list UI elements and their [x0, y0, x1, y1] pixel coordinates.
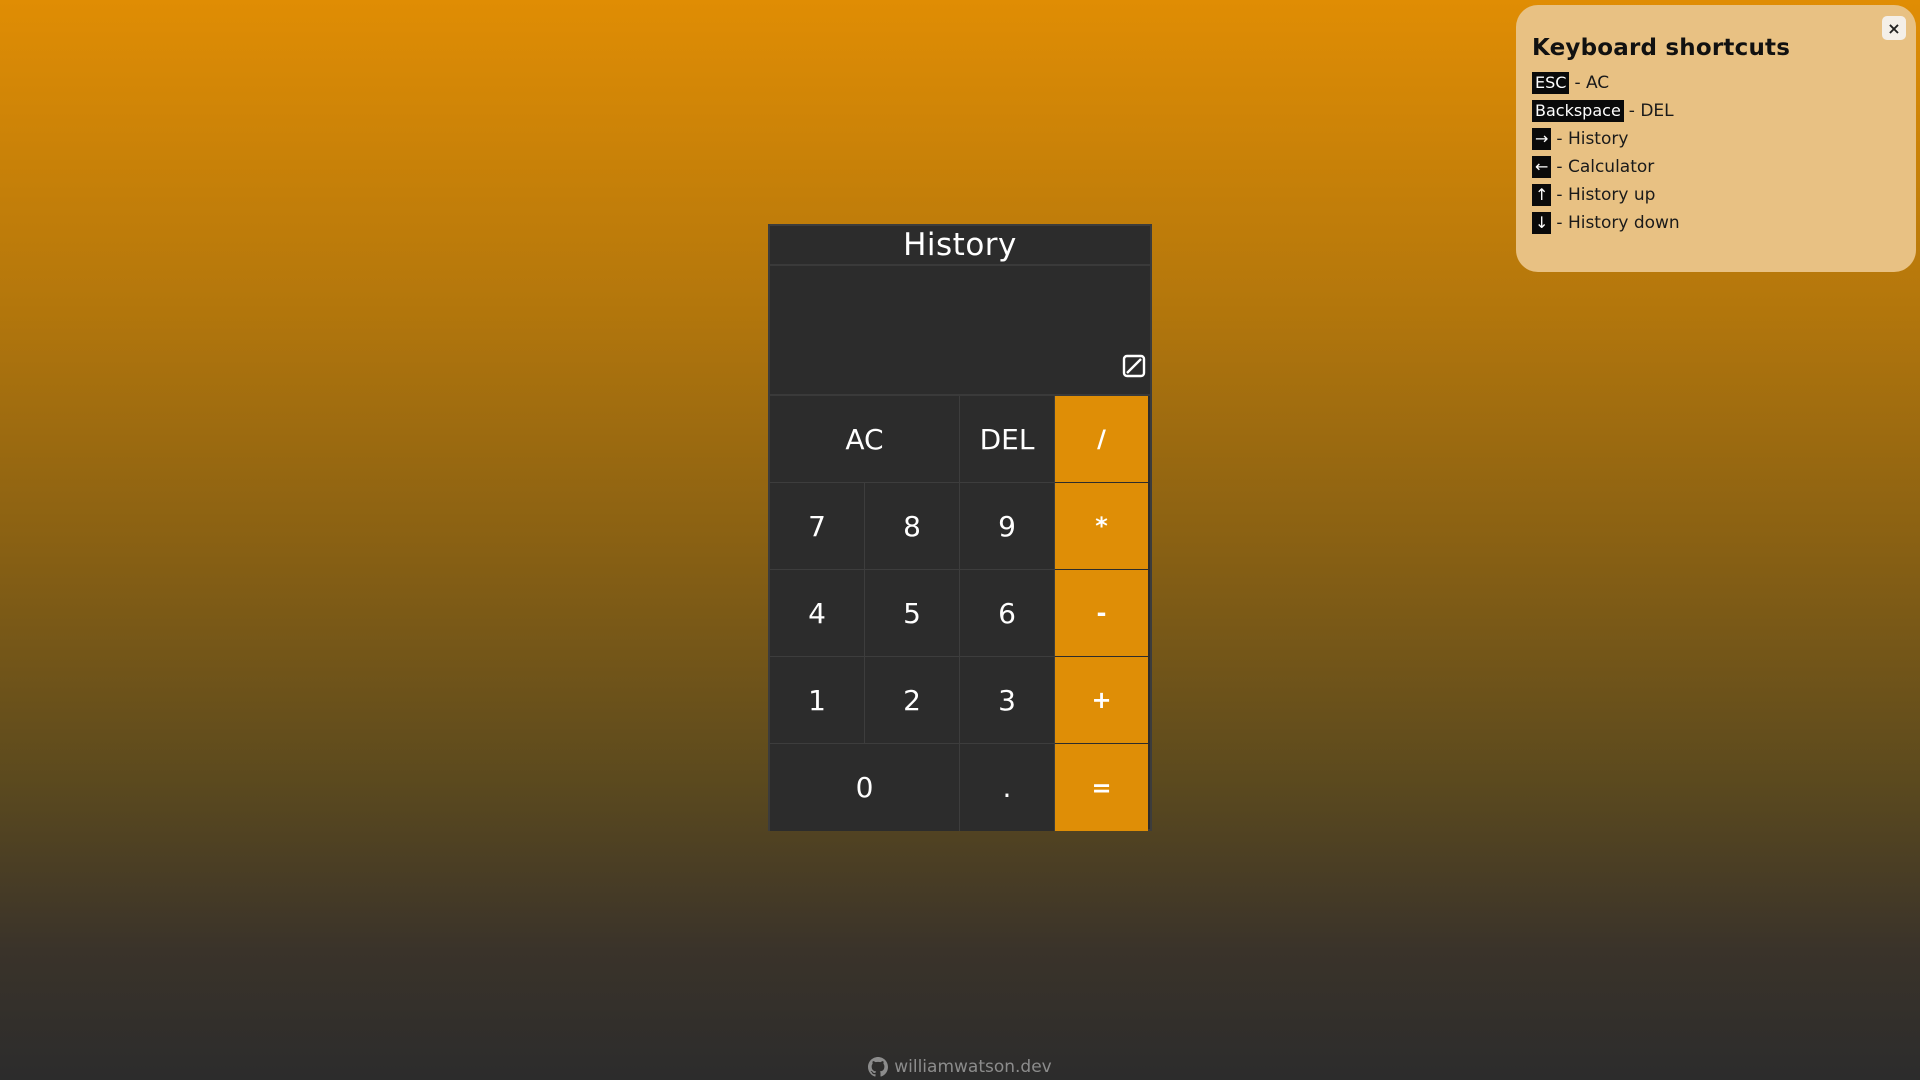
github-icon: [868, 1057, 889, 1077]
empty-set-icon: [1121, 353, 1147, 379]
calculator: History AC DEL / 7 8 9 * 4 5 6 - 1 2 3 +…: [768, 224, 1152, 831]
ac-button[interactable]: AC: [770, 396, 960, 483]
shortcut-key: ESC: [1532, 72, 1570, 94]
shortcut-row: ← - Calculator: [1532, 153, 1900, 181]
shortcut-action: - DEL: [1628, 101, 1674, 121]
shortcut-row: ESC - AC: [1532, 69, 1900, 97]
five-button[interactable]: 5: [865, 570, 960, 657]
shortcut-action: - History: [1556, 129, 1629, 149]
shortcut-action: - AC: [1574, 73, 1610, 93]
shortcut-key: ↑: [1532, 184, 1552, 206]
shortcut-key: ↓: [1532, 212, 1552, 234]
three-button[interactable]: 3: [960, 657, 1055, 744]
shortcut-key: ←: [1532, 156, 1552, 178]
shortcut-action: - History down: [1556, 213, 1680, 233]
seven-button[interactable]: 7: [770, 483, 865, 570]
shortcuts-title: Keyboard shortcuts: [1532, 35, 1791, 61]
shortcut-key: Backspace: [1532, 100, 1624, 122]
del-button[interactable]: DEL: [960, 396, 1055, 483]
four-button[interactable]: 4: [770, 570, 865, 657]
plus-button[interactable]: +: [1055, 657, 1148, 744]
shortcut-row: Backspace - DEL: [1532, 97, 1900, 125]
keypad: AC DEL / 7 8 9 * 4 5 6 - 1 2 3 + 0 . =: [770, 396, 1150, 831]
history-header[interactable]: History: [770, 226, 1150, 266]
zero-button[interactable]: 0: [770, 744, 960, 831]
close-button[interactable]: ×: [1882, 16, 1906, 40]
divide-button[interactable]: /: [1055, 396, 1148, 483]
footer-link[interactable]: williamwatson.dev: [0, 1057, 1920, 1077]
two-button[interactable]: 2: [865, 657, 960, 744]
footer-text[interactable]: williamwatson.dev: [894, 1057, 1052, 1077]
equals-button[interactable]: =: [1055, 744, 1148, 831]
calculator-display: [770, 266, 1150, 396]
eight-button[interactable]: 8: [865, 483, 960, 570]
six-button[interactable]: 6: [960, 570, 1055, 657]
shortcut-row: ↓ - History down: [1532, 209, 1900, 237]
shortcut-row: → - History: [1532, 125, 1900, 153]
multiply-button[interactable]: *: [1055, 483, 1148, 570]
one-button[interactable]: 1: [770, 657, 865, 744]
shortcut-action: - Calculator: [1556, 157, 1655, 177]
keyboard-shortcuts-panel: × Keyboard shortcuts ESC - AC Backspace …: [1516, 5, 1916, 272]
nine-button[interactable]: 9: [960, 483, 1055, 570]
shortcut-row: ↑ - History up: [1532, 181, 1900, 209]
shortcut-key: →: [1532, 128, 1552, 150]
decimal-button[interactable]: .: [960, 744, 1055, 831]
minus-button[interactable]: -: [1055, 570, 1148, 657]
shortcut-action: - History up: [1556, 185, 1656, 205]
